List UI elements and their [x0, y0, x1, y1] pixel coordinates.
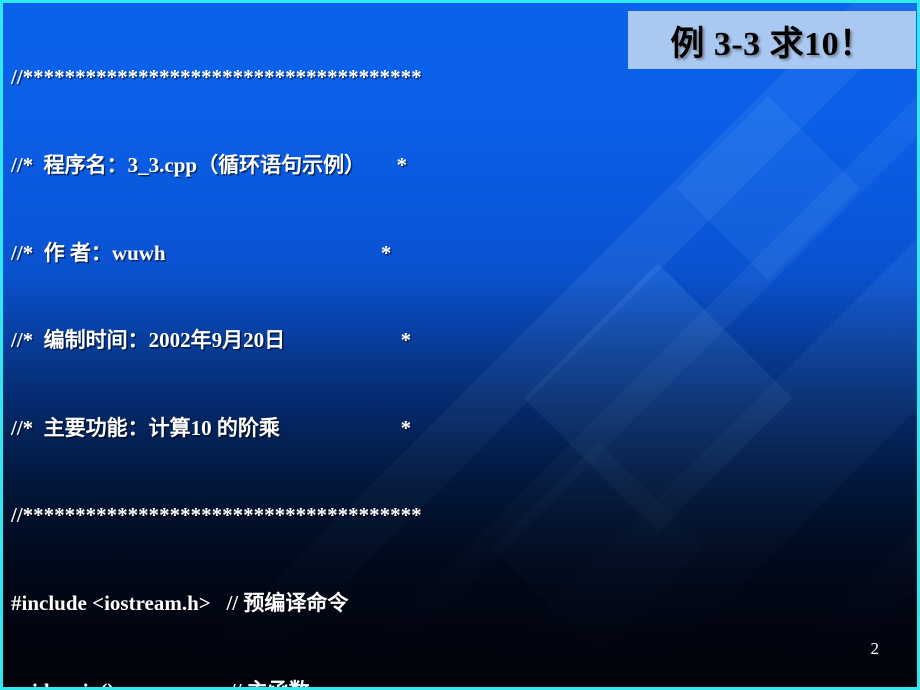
code-line: //* 编制时间：2002年9月20日 *: [11, 328, 412, 353]
page-number: 2: [870, 639, 880, 658]
code-block: //**************************************…: [11, 5, 917, 687]
code-line: //* 程序名：3_3.cpp（循环语句示例） *: [11, 153, 408, 177]
code-line: void main() // 主函数: [11, 677, 917, 687]
code-line: //* 主要功能：计算10 的阶乘 *: [11, 415, 412, 440]
slide: 例 3-3 求10！ //***************************…: [0, 0, 920, 690]
code-line: //**************************************: [11, 65, 422, 90]
code-line: #include <iostream.h> // 预编译命令: [11, 590, 349, 615]
code-line: //**************************************: [11, 503, 422, 528]
code-line: //* 作 者：wuwh *: [11, 240, 392, 265]
